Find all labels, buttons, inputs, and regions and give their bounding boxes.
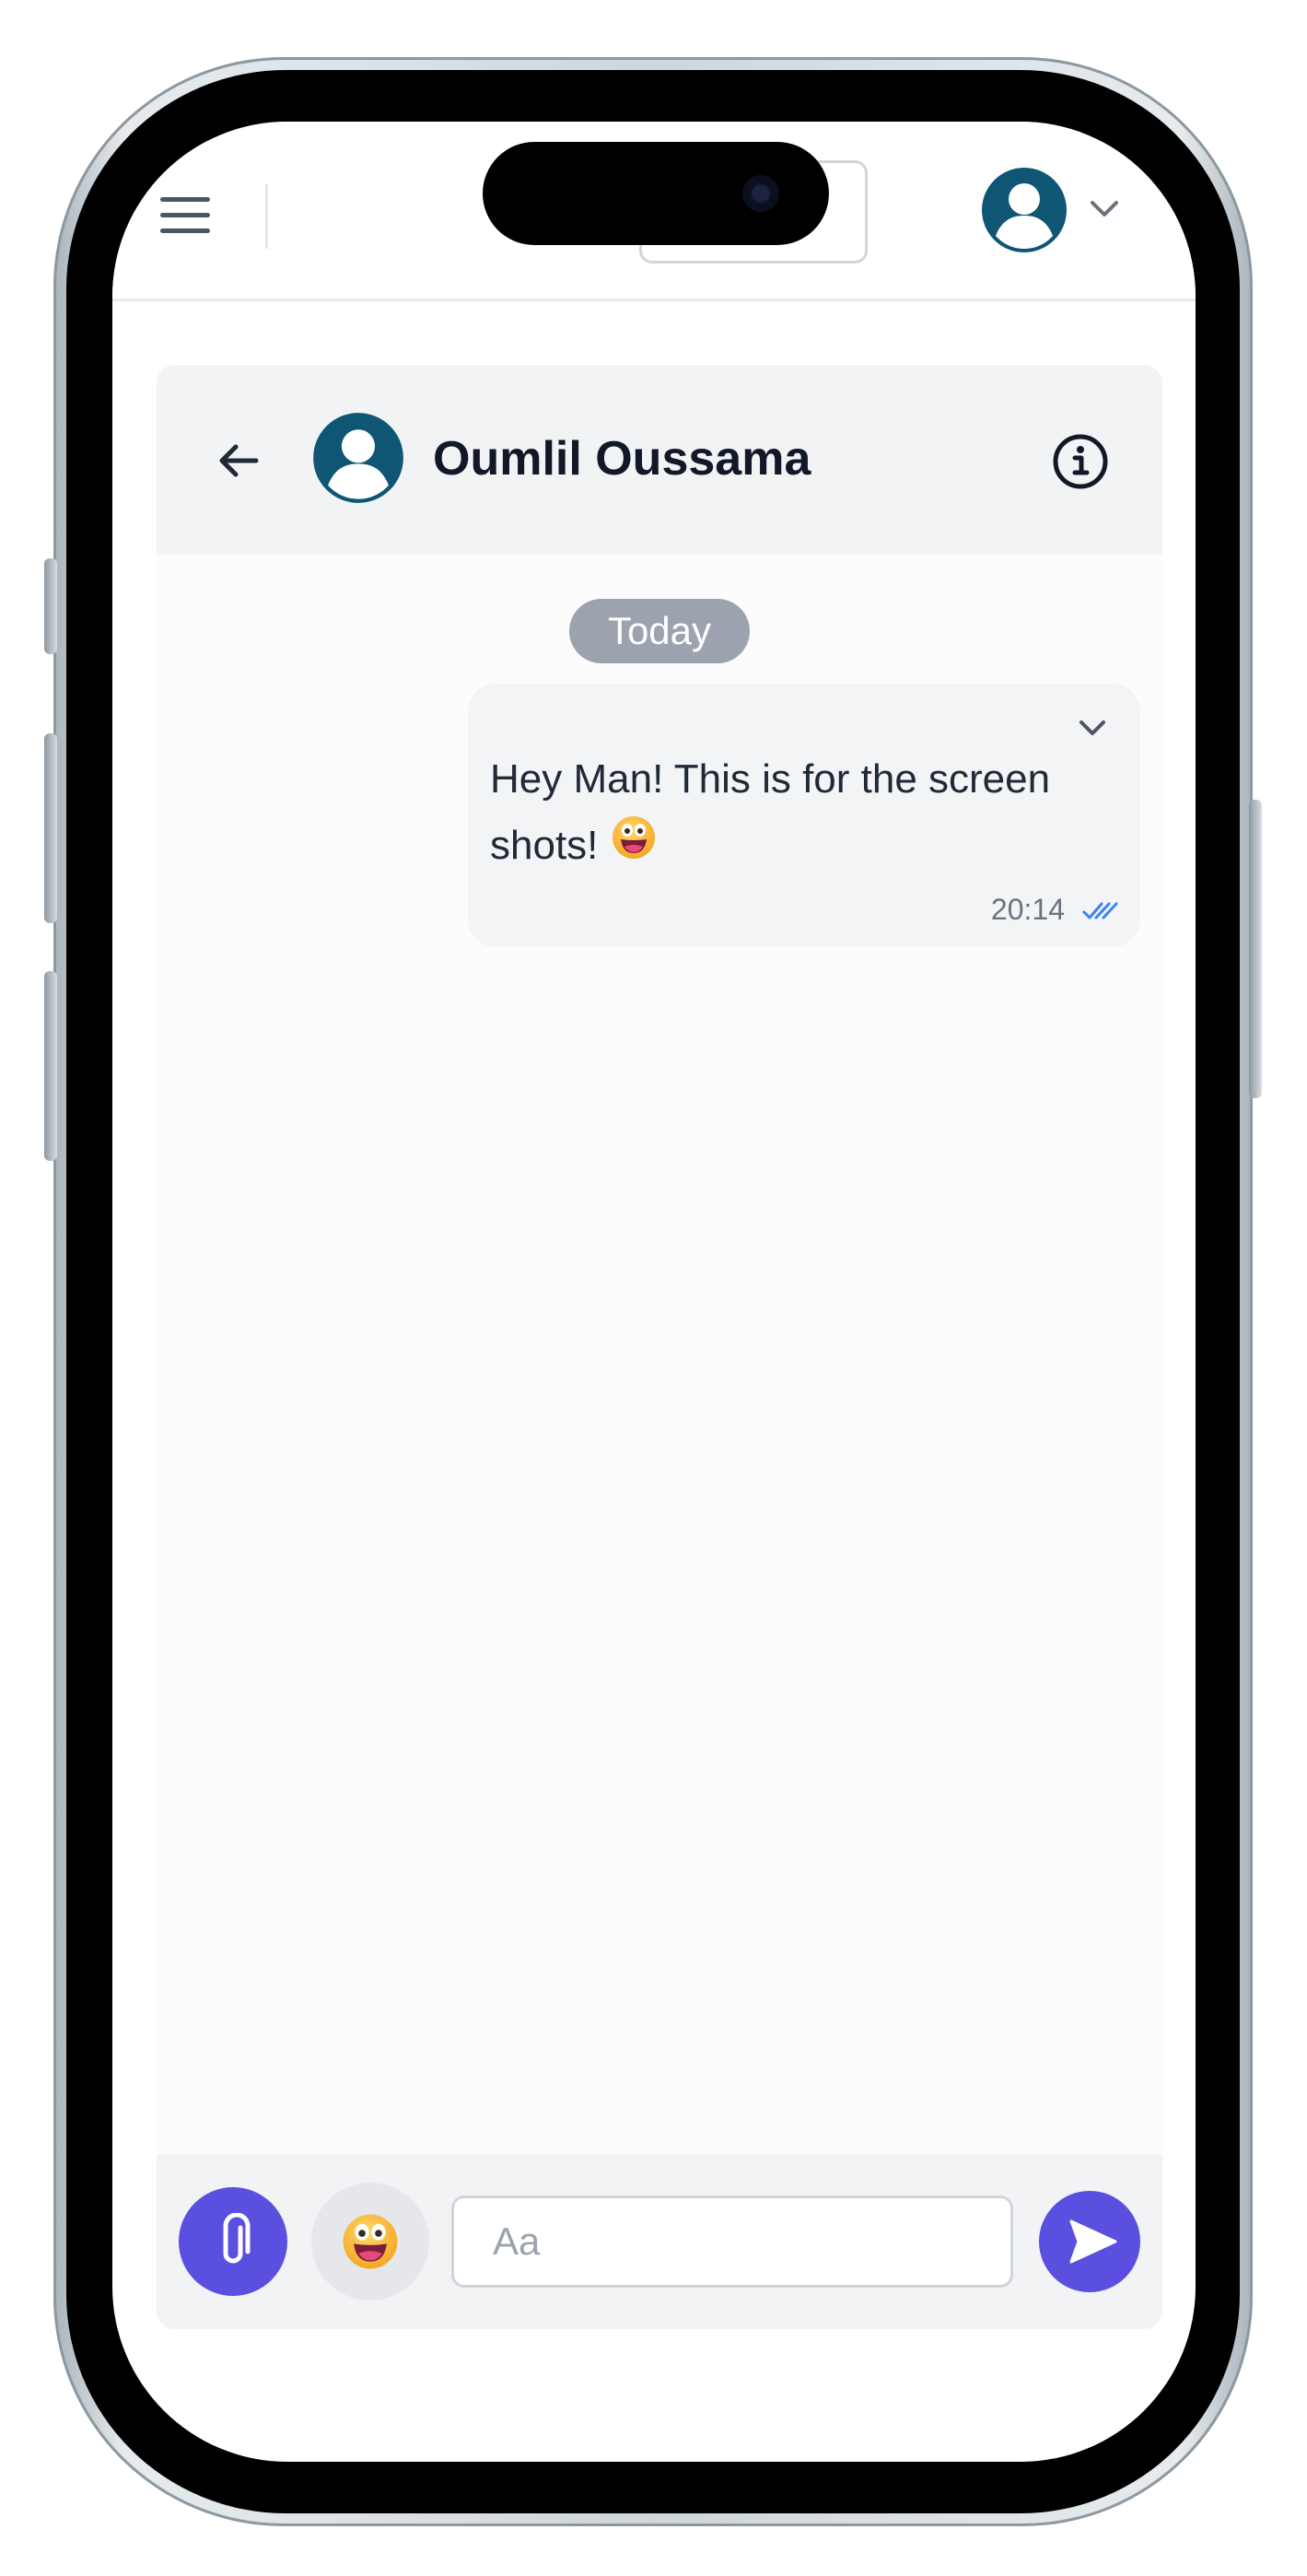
- date-separator: Today: [569, 599, 750, 663]
- user-avatar-icon: [982, 168, 1067, 252]
- message-meta: 20:14: [991, 893, 1118, 927]
- message-list[interactable]: Today Hey Man! This is for the screen sh…: [157, 555, 1162, 2112]
- smiley-emoji-icon: [343, 2214, 398, 2269]
- chevron-down-icon[interactable]: [1078, 719, 1107, 739]
- chat-header: Oumlil Oussama: [157, 365, 1162, 555]
- arrow-left-icon[interactable]: [212, 433, 267, 488]
- phone-volume-up-button: [44, 733, 57, 923]
- chat-panel: Oumlil Oussama Today Hey Man! This is fo…: [157, 365, 1162, 2204]
- topbar-divider: [265, 184, 268, 249]
- double-check-icon: [1082, 902, 1118, 919]
- camera-lens: [742, 175, 779, 212]
- message-bubble[interactable]: Hey Man! This is for the screen shots! 2…: [468, 684, 1140, 947]
- message-composer: [157, 2154, 1162, 2329]
- phone-power-button: [1249, 800, 1262, 1098]
- emoji-button[interactable]: [311, 2183, 429, 2301]
- contact-name: Oumlil Oussama: [433, 432, 811, 486]
- profile-menu[interactable]: [969, 162, 1172, 269]
- hamburger-icon[interactable]: [160, 195, 210, 236]
- message-text-block: Hey Man! This is for the screen shots!: [490, 746, 1126, 881]
- phone-screen: Oumlil Oussama Today Hey Man! This is fo…: [112, 122, 1196, 2462]
- phone-volume-down-button: [44, 971, 57, 1161]
- phone-action-button: [44, 558, 57, 654]
- chevron-down-icon: [1091, 201, 1118, 217]
- dynamic-island: [483, 142, 829, 245]
- message-text: Hey Man! This is for the screen shots!: [490, 756, 1051, 868]
- contact-avatar: [313, 413, 403, 503]
- info-icon[interactable]: [1050, 431, 1111, 492]
- grinning-face-emoji: [611, 814, 657, 881]
- paperclip-icon: [223, 2213, 251, 2264]
- attach-button[interactable]: [179, 2187, 287, 2296]
- message-time: 20:14: [990, 893, 1065, 926]
- send-button[interactable]: [1039, 2191, 1140, 2292]
- send-icon: [1069, 2219, 1117, 2264]
- message-input[interactable]: [451, 2195, 1013, 2288]
